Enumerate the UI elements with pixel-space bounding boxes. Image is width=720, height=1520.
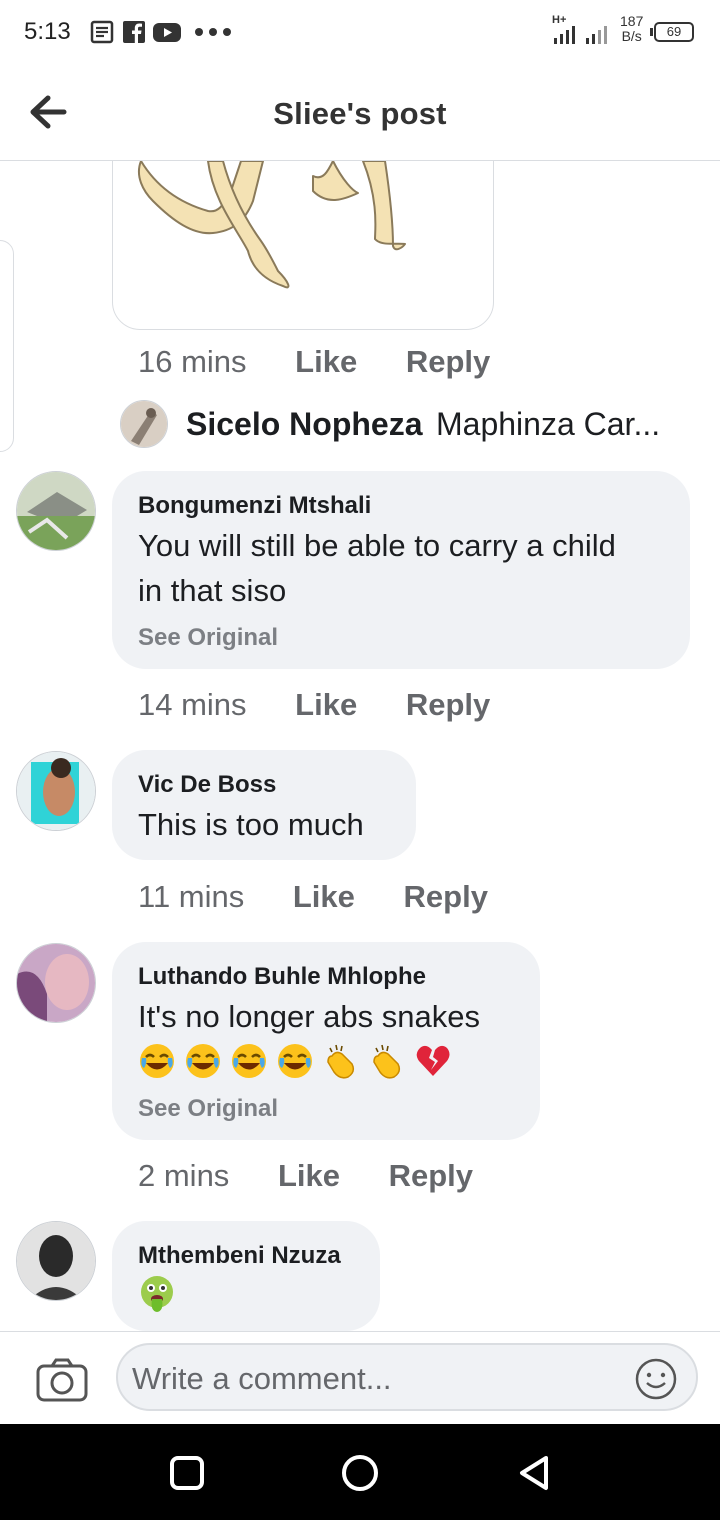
more-dots-icon [195,28,231,36]
reply-text: Maphinza Car... [436,406,661,442]
battery-level: 69 [666,24,682,39]
joy-emoji-icon [140,1044,174,1078]
comment-line: It's no longer abs snakes [138,999,480,1034]
camera-icon[interactable] [36,1358,88,1402]
comment-bubble[interactable]: Bongumenzi Mtshali You will still be abl… [112,471,690,669]
comment-author[interactable]: Mthembeni Nzuza [138,1242,341,1270]
back-nav-icon[interactable] [512,1450,558,1496]
emoji-smile-icon[interactable] [634,1357,678,1401]
speed-indicator: 187 B/s [620,14,643,44]
left-edge-card [0,240,14,452]
joy-emoji-icon [278,1044,312,1078]
post-time: 16 mins [138,344,247,379]
speed-value: 187 [620,13,644,29]
like-button[interactable]: Like [295,687,357,722]
post-meta-row: 16 mins Like Reply [138,344,490,380]
joy-emoji-icon [186,1044,220,1078]
comment-line: This is too much [138,807,364,842]
home-icon[interactable] [337,1450,383,1496]
emoji-row [138,1042,452,1080]
avatar[interactable] [16,943,96,1023]
battery-tip [650,28,653,36]
reply-button[interactable]: Reply [389,1158,473,1193]
see-original-link[interactable]: See Original [138,624,278,652]
status-time: 5:13 [24,18,71,45]
comment-line: You will still be able to carry a child [138,528,616,563]
comment-author[interactable]: Vic De Boss [138,771,276,799]
reply-author[interactable]: Sicelo Nopheza [186,406,423,443]
reply-button[interactable]: Reply [404,879,488,914]
page-title: Sliee's post [273,96,447,131]
comment-author[interactable]: Bongumenzi Mtshali [138,492,371,520]
comment-input[interactable]: Write a comment... [116,1343,698,1411]
comment-meta-row: 2 mins Like Reply [138,1158,473,1194]
app-header: Sliee's post [0,64,720,161]
reply-button[interactable]: Reply [406,344,490,379]
comment-bubble[interactable]: Luthando Buhle Mhlophe It's no longer ab… [112,942,540,1140]
comment-meta-row: 14 mins Like Reply [138,687,490,723]
clap-emoji-icon [373,1044,401,1079]
recent-apps-icon[interactable] [164,1450,210,1496]
like-button[interactable]: Like [278,1158,340,1193]
comment-line: in that siso [138,573,287,608]
avatar[interactable] [16,1221,96,1301]
signal-icon [554,26,607,44]
avatar[interactable] [16,471,96,551]
avatar[interactable] [16,751,96,831]
like-button[interactable]: Like [293,879,355,914]
comment-time: 14 mins [138,687,247,722]
youtube-icon [153,23,181,42]
status-bar: 5:13 H+ 187 B/s 69 [0,0,720,64]
vomit-emoji-icon [141,1276,173,1312]
reply-button[interactable]: Reply [406,687,490,722]
comment-text: You will still be able to carry a child … [138,523,616,613]
joy-emoji-icon [232,1044,266,1078]
emoji-row [138,1275,176,1318]
clap-emoji-icon [327,1044,355,1079]
comment-time: 2 mins [138,1158,230,1193]
avatar[interactable] [120,400,168,448]
comment-bubble[interactable]: Mthembeni Nzuza [112,1221,380,1331]
comment-bubble[interactable]: Vic De Boss This is too much [112,750,416,860]
news-icon [90,20,114,44]
system-nav-bar [0,1424,720,1520]
comment-composer: Write a comment... [0,1331,720,1425]
comment-text: It's no longer abs snakes [138,994,480,1039]
speed-unit: B/s [621,28,642,44]
comment-author[interactable]: Luthando Buhle Mhlophe [138,963,426,991]
battery-indicator: 69 [654,22,694,42]
see-original-link[interactable]: See Original [138,1095,278,1123]
comment-time: 11 mins [138,879,245,914]
reply-preview[interactable]: Sicelo Nopheza Maphinza Car... [120,400,700,452]
comment-meta-row: 11 mins Like Reply [138,879,488,915]
like-button[interactable]: Like [295,344,357,379]
comment-text: This is too much [138,802,364,847]
comment-placeholder: Write a comment... [132,1361,392,1396]
broken-heart-emoji-icon [416,1045,450,1076]
facebook-icon [123,21,145,43]
